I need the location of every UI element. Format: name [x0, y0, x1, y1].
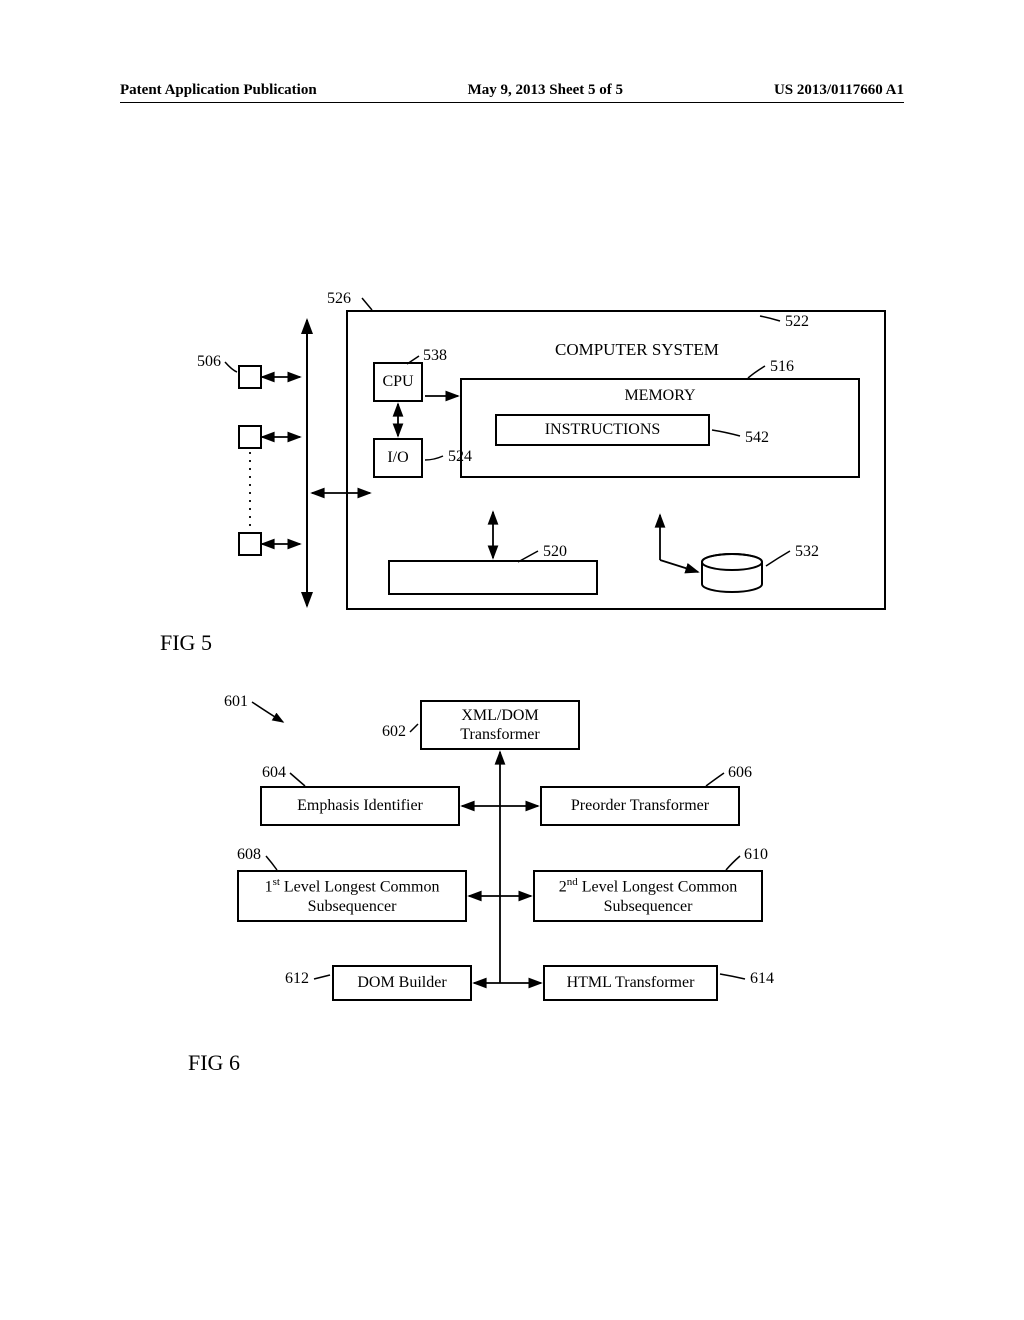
ref-602: 602	[382, 723, 406, 741]
memory-label: MEMORY	[462, 386, 858, 405]
ref-542: 542	[745, 429, 769, 447]
fig6-caption: FIG 6	[188, 1050, 240, 1076]
instructions-label: INSTRUCTIONS	[545, 420, 661, 439]
fig5-caption: FIG 5	[160, 630, 212, 656]
lcs-1st-label: 1st Level Longest Common Subsequencer	[239, 876, 465, 916]
emphasis-identifier-label: Emphasis Identifier	[297, 796, 423, 815]
header-right: US 2013/0117660 A1	[774, 82, 904, 99]
lcs-2nd-label: 2nd Level Longest Common Subsequencer	[535, 876, 761, 916]
dom-builder-box: DOM Builder	[332, 965, 472, 1001]
ref-606: 606	[728, 764, 752, 782]
cpu-label: CPU	[382, 372, 413, 391]
node-top	[238, 365, 262, 389]
computer-system-title: COMPUTER SYSTEM	[555, 340, 719, 360]
xml-dom-transformer-label: XML/DOM Transformer	[422, 706, 578, 744]
ref-610: 610	[744, 846, 768, 864]
io-box: I/O	[373, 438, 423, 478]
ref-608: 608	[237, 846, 261, 864]
ref-604: 604	[262, 764, 286, 782]
preorder-transformer-label: Preorder Transformer	[571, 796, 709, 815]
xml-dom-transformer-box: XML/DOM Transformer	[420, 700, 580, 750]
ref-522: 522	[785, 313, 809, 331]
html-transformer-label: HTML Transformer	[567, 973, 695, 992]
ref-516: 516	[770, 358, 794, 376]
node-mid	[238, 425, 262, 449]
io-label: I/O	[387, 448, 408, 467]
ref-614: 614	[750, 970, 774, 988]
ref-612: 612	[285, 970, 309, 988]
lcs-1st-box: 1st Level Longest Common Subsequencer	[237, 870, 467, 922]
lcs-2nd-box: 2nd Level Longest Common Subsequencer	[533, 870, 763, 922]
page-header: Patent Application Publication May 9, 20…	[120, 82, 904, 103]
ref-526: 526	[327, 290, 351, 308]
ref-601: 601	[224, 693, 248, 711]
device-520-box	[388, 560, 598, 595]
ref-538: 538	[423, 347, 447, 365]
svg-overlay	[0, 0, 1024, 1320]
header-center: May 9, 2013 Sheet 5 of 5	[468, 82, 623, 99]
html-transformer-box: HTML Transformer	[543, 965, 718, 1001]
ref-532: 532	[795, 543, 819, 561]
node-bottom	[238, 532, 262, 556]
ref-520: 520	[543, 543, 567, 561]
ref-506: 506	[197, 353, 221, 371]
ref-524: 524	[448, 448, 472, 466]
dom-builder-label: DOM Builder	[357, 973, 446, 992]
cpu-box: CPU	[373, 362, 423, 402]
emphasis-identifier-box: Emphasis Identifier	[260, 786, 460, 826]
header-left: Patent Application Publication	[120, 82, 317, 99]
instructions-box: INSTRUCTIONS	[495, 414, 710, 446]
preorder-transformer-box: Preorder Transformer	[540, 786, 740, 826]
